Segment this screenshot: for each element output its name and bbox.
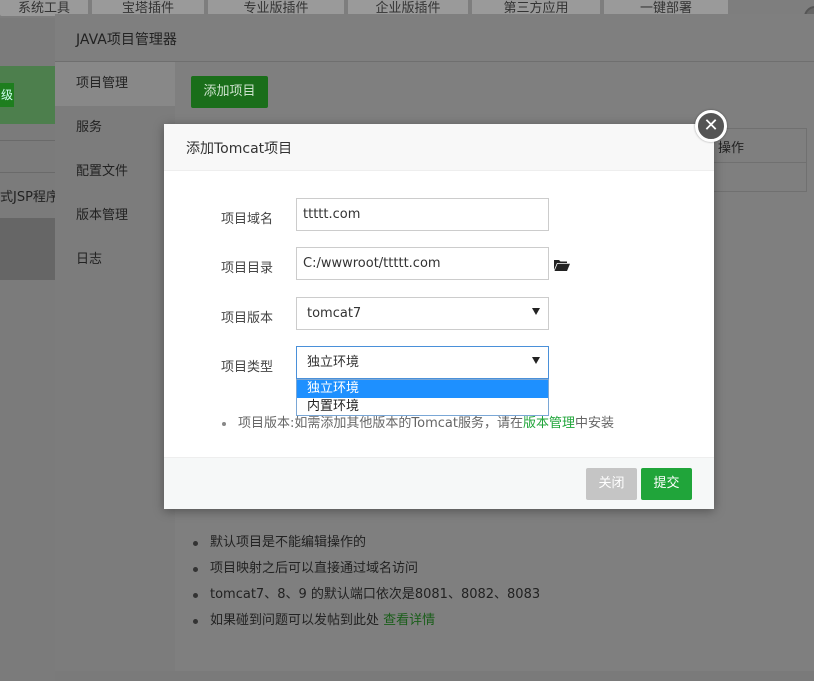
close-button[interactable]: 关闭 — [586, 468, 637, 500]
type-option-builtin[interactable]: 内置环境 — [297, 398, 548, 416]
bullet-icon — [193, 619, 198, 624]
bullet-icon — [222, 421, 226, 426]
add-tomcat-modal: 添加Tomcat项目 项目域名 项目目录 项目版本 tomcat7 项目类型 独… — [164, 124, 714, 509]
notes-list: 默认项目是不能编辑操作的 项目映射之后可以直接通过域名访问 tomcat7、8、… — [191, 530, 540, 634]
sidebar-item-service[interactable]: 服务 — [55, 106, 175, 150]
background-level-button[interactable]: 级 — [0, 83, 14, 107]
note-text: 默认项目是不能编辑操作的 — [210, 535, 367, 550]
java-manager-titlebar: JAVA项目管理器 — [55, 14, 814, 62]
directory-input[interactable] — [296, 247, 549, 280]
list-item: tomcat7、8、9 的默认端口依次是8081、8082、8083 — [191, 582, 540, 608]
caret-down-icon — [532, 357, 540, 364]
domain-input[interactable] — [296, 198, 549, 231]
list-item: 默认项目是不能编辑操作的 — [191, 530, 540, 556]
type-label: 项目类型 — [221, 360, 274, 375]
version-select[interactable]: tomcat7 — [296, 297, 549, 330]
modal-close-icon[interactable]: ✕ — [695, 110, 727, 142]
java-manager-title: JAVA项目管理器 — [76, 32, 177, 48]
type-select-value: 独立环境 — [307, 355, 360, 370]
table-header-operation: 操作 — [718, 141, 745, 156]
domain-label: 项目域名 — [221, 212, 274, 227]
directory-label: 项目目录 — [221, 261, 274, 276]
note-text: tomcat7、8、9 的默认端口依次是8081、8082、8083 — [210, 587, 541, 602]
note-text: 如果碰到问题可以发帖到此处 — [210, 613, 384, 628]
version-select-value: tomcat7 — [307, 306, 362, 321]
note-text: 项目映射之后可以直接通过域名访问 — [210, 561, 419, 576]
bullet-icon — [193, 541, 198, 546]
type-option-standalone[interactable]: 独立环境 — [297, 380, 548, 398]
divider — [0, 140, 55, 141]
background-dark-block — [0, 218, 55, 280]
version-manage-link[interactable]: 版本管理 — [523, 416, 575, 431]
list-item: 如果碰到问题可以发帖到此处 查看详情 — [191, 608, 540, 634]
version-label: 项目版本 — [221, 311, 274, 326]
hint-text: 项目版本:如需添加其他版本的Tomcat服务，请在 — [238, 416, 523, 431]
add-project-button[interactable]: 添加项目 — [191, 76, 268, 108]
view-details-link[interactable]: 查看详情 — [383, 613, 435, 628]
java-manager-sidebar: 项目管理 服务 配置文件 版本管理 日志 — [55, 62, 175, 671]
hint-text-suffix: 中安装 — [574, 416, 614, 431]
folder-open-icon[interactable] — [554, 259, 570, 271]
sidebar-item-project-manage[interactable]: 项目管理 — [55, 62, 175, 106]
modal-footer: 关闭 提交 — [164, 457, 714, 509]
type-dropdown-list: 独立环境 内置环境 — [296, 379, 549, 416]
sidebar-item-config-file[interactable]: 配置文件 — [55, 150, 175, 194]
sidebar-item-log[interactable]: 日志 — [55, 238, 175, 282]
background-row-text: 式JSP程序 — [0, 190, 59, 205]
bullet-icon — [193, 567, 198, 572]
type-select[interactable]: 独立环境 — [296, 346, 549, 379]
caret-down-icon — [532, 308, 540, 315]
modal-header: 添加Tomcat项目 — [164, 124, 714, 171]
list-item: 项目映射之后可以直接通过域名访问 — [191, 556, 540, 582]
sidebar-item-version-manage[interactable]: 版本管理 — [55, 194, 175, 238]
modal-title: 添加Tomcat项目 — [186, 141, 293, 157]
submit-button[interactable]: 提交 — [641, 468, 692, 500]
divider — [0, 172, 55, 173]
bullet-icon — [193, 593, 198, 598]
